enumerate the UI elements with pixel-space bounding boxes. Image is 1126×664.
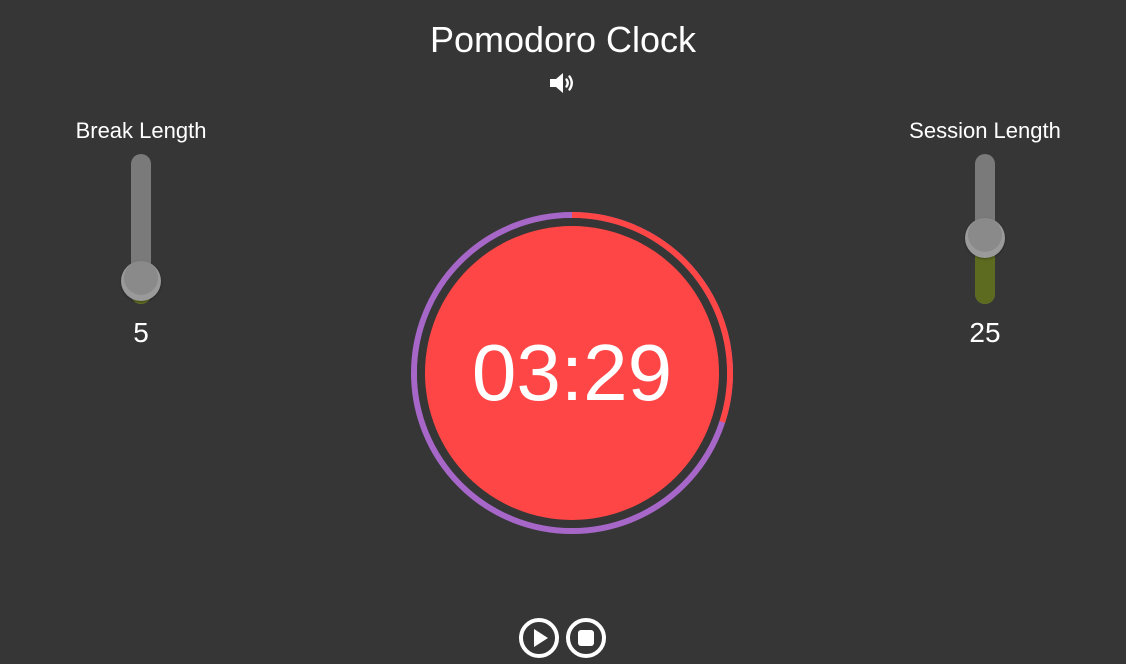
play-circle-icon bbox=[519, 618, 559, 658]
speaker-volume-icon bbox=[550, 73, 573, 93]
session-slider-thumb[interactable] bbox=[965, 218, 1005, 259]
timer-controls bbox=[518, 617, 610, 661]
timer-clock[interactable]: 03:29 bbox=[409, 210, 735, 536]
break-length-value: 5 bbox=[133, 317, 149, 348]
stop-circle-icon bbox=[566, 618, 606, 658]
timer-display: 03:29 bbox=[471, 328, 673, 417]
sound-toggle-button[interactable] bbox=[548, 70, 578, 96]
stop-button[interactable] bbox=[565, 617, 607, 659]
pomodoro-app: Pomodoro Clock Break Length 5 Session Le… bbox=[0, 0, 1126, 664]
session-length-value: 25 bbox=[969, 317, 1001, 348]
session-length-control: Session Length 25 bbox=[885, 117, 1085, 350]
break-length-slider[interactable] bbox=[121, 154, 161, 304]
page-title: Pomodoro Clock bbox=[429, 19, 697, 60]
break-length-control: Break Length 5 bbox=[41, 117, 241, 350]
session-length-slider[interactable] bbox=[965, 154, 1005, 304]
session-length-label: Session Length bbox=[909, 118, 1061, 143]
break-slider-thumb[interactable] bbox=[121, 261, 161, 301]
break-length-label: Break Length bbox=[75, 118, 207, 143]
play-button[interactable] bbox=[518, 617, 560, 659]
